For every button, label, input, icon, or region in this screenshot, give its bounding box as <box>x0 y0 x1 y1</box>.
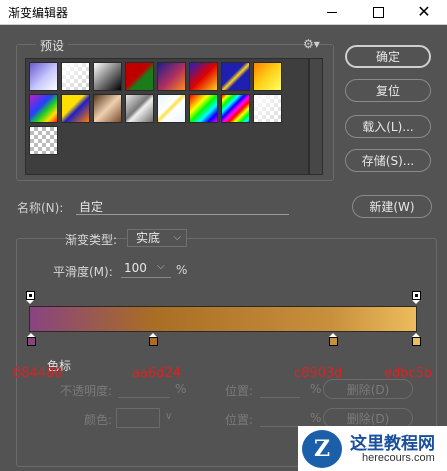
preset-swatch[interactable] <box>125 62 154 91</box>
opacity-position-input[interactable] <box>260 381 300 398</box>
presets-label: 预设 <box>36 37 69 54</box>
color-label: 颜色: <box>84 413 113 427</box>
preset-swatch[interactable] <box>93 94 122 123</box>
color-stop-swatch <box>149 337 158 346</box>
ok-button[interactable]: 确定 <box>345 45 431 68</box>
preset-swatch[interactable] <box>125 94 154 123</box>
preset-swatch[interactable] <box>189 94 218 123</box>
opacity-unit: % <box>175 382 187 396</box>
preset-swatch[interactable] <box>93 62 122 91</box>
preset-swatch[interactable] <box>61 94 90 123</box>
color-swatch[interactable] <box>116 408 160 428</box>
preset-swatch[interactable] <box>157 94 186 123</box>
save-button[interactable]: 存储(S)... <box>345 149 431 172</box>
preset-swatch[interactable] <box>253 94 282 123</box>
hex-annotation-2: aa6d24 <box>132 366 181 381</box>
color-stop-2[interactable] <box>149 333 158 347</box>
preset-swatch[interactable] <box>29 126 58 155</box>
opacity-stop-right[interactable] <box>412 291 421 304</box>
color-stop-swatch <box>329 337 338 346</box>
preset-swatch[interactable] <box>221 94 250 123</box>
watermark: Z 这里教程网 herecours.com <box>298 426 447 471</box>
gear-icon[interactable]: ⚙▾ <box>303 37 320 51</box>
color-stop-swatch <box>27 337 36 346</box>
minimize-icon <box>327 11 337 13</box>
close-icon: ✕ <box>417 2 431 21</box>
chevron-down-icon: ∨ <box>165 411 173 422</box>
close-button[interactable]: ✕ <box>401 0 447 24</box>
smoothness-value: 100 <box>124 261 147 275</box>
reset-button[interactable]: 复位 <box>345 79 431 102</box>
smoothness-label: 平滑度(M): <box>53 265 113 279</box>
watermark-url: herecours.com <box>362 452 435 464</box>
color-position-input[interactable] <box>260 410 300 427</box>
color-stop-1[interactable] <box>27 333 36 347</box>
new-button[interactable]: 新建(W) <box>352 195 432 218</box>
opacity-stop-icon <box>412 291 421 300</box>
color-stop-3[interactable] <box>329 333 338 347</box>
color-stop-swatch <box>412 337 421 346</box>
smoothness-input[interactable]: 100 ⌵ <box>121 261 171 278</box>
name-input[interactable]: 自定 <box>76 198 289 215</box>
chevron-down-icon: ⌵ <box>157 261 165 272</box>
watermark-title: 这里教程网 <box>350 434 435 454</box>
preset-swatch[interactable] <box>29 62 58 91</box>
preset-swatch[interactable] <box>221 62 250 91</box>
delete-opacity-stop-button[interactable]: 删除(D) <box>323 379 413 399</box>
smoothness-unit: % <box>176 263 188 277</box>
gradient-type-value: 实底 <box>136 231 161 245</box>
preset-swatch[interactable] <box>61 62 90 91</box>
name-label: 名称(N): <box>17 201 64 215</box>
opacity-position-label: 位置: <box>225 384 254 398</box>
opacity-position-unit: % <box>310 382 322 396</box>
preset-swatch-list <box>25 58 309 175</box>
preset-swatch[interactable] <box>189 62 218 91</box>
preset-scrollbar[interactable] <box>309 58 323 175</box>
opacity-input[interactable] <box>118 381 170 398</box>
title-bar: 渐变编辑器 ✕ <box>0 0 447 25</box>
gradient-type-label: 渐变类型: <box>65 233 118 247</box>
opacity-stop-left[interactable] <box>26 291 35 304</box>
color-stop-4[interactable] <box>412 333 421 347</box>
preset-swatch[interactable] <box>29 94 58 123</box>
preset-swatch[interactable] <box>157 62 186 91</box>
opacity-label: 不透明度: <box>60 384 113 398</box>
watermark-logo-icon: Z <box>302 430 342 468</box>
window-title: 渐变编辑器 <box>8 6 69 20</box>
delete-color-stop-button[interactable]: 删除(D) <box>323 408 413 428</box>
maximize-icon <box>372 6 384 18</box>
preset-swatch[interactable] <box>253 62 282 91</box>
color-position-unit: % <box>310 411 322 425</box>
chevron-down-icon: ⌵ <box>173 232 181 243</box>
color-position-label: 位置: <box>225 413 254 427</box>
gradient-type-select[interactable]: 实底 ⌵ <box>127 229 187 247</box>
gradient-preview-bar[interactable] <box>29 306 417 332</box>
opacity-stop-icon <box>26 291 35 300</box>
load-button[interactable]: 载入(L)... <box>345 115 431 138</box>
maximize-button[interactable] <box>355 0 401 24</box>
minimize-button[interactable] <box>309 0 355 24</box>
hex-annotation-1: 884480 <box>13 366 63 381</box>
